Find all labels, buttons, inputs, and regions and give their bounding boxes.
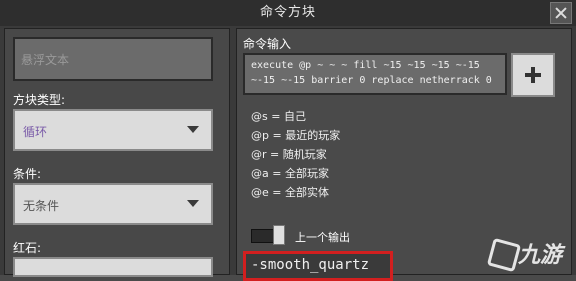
command-input-label: 命令输入	[243, 37, 292, 51]
window-title-bar: 命令方块	[0, 0, 576, 26]
hover-text-input[interactable]: 悬浮文本	[13, 37, 213, 81]
watermark-logo: 九游	[486, 231, 570, 273]
block-type-label: 方块类型:	[13, 93, 66, 107]
hover-text-placeholder: 悬浮文本	[21, 53, 70, 67]
chevron-down-icon	[187, 126, 199, 133]
condition-label: 条件:	[13, 167, 42, 181]
add-icon[interactable]	[511, 53, 555, 97]
close-icon[interactable]	[550, 2, 572, 24]
selector-help: @s = 自己 @p = 最近的玩家 @r = 随机玩家 @a = 全部玩家 @…	[251, 107, 340, 202]
previous-output-label: 上一个输出	[295, 231, 350, 244]
logo-icon	[486, 237, 522, 273]
selector-nearest: @p = 最近的玩家	[251, 129, 341, 142]
left-panel: 悬浮文本 方块类型: 循环 条件: 无条件 红石:	[4, 28, 230, 277]
previous-output-toggle[interactable]	[251, 225, 287, 245]
chevron-down-icon	[187, 200, 199, 207]
condition-value: 无条件	[23, 199, 60, 213]
watermark-text: 九游	[518, 243, 563, 268]
window-title: 命令方块	[259, 5, 316, 20]
selector-all-entities: @e = 全部实体	[251, 186, 329, 199]
command-input[interactable]: execute @p ~ ~ ~ fill ~15 ~15 ~15 ~-15 ~…	[243, 53, 507, 95]
block-type-dropdown[interactable]: 循环	[13, 109, 213, 151]
selector-self: @s = 自己	[251, 110, 306, 123]
selector-all-players: @a = 全部玩家	[251, 167, 329, 180]
toggle-knob	[273, 225, 285, 245]
previous-output-box: -smooth_quartz	[243, 251, 393, 281]
block-type-value: 循环	[23, 125, 48, 139]
condition-dropdown[interactable]: 无条件	[13, 183, 213, 225]
previous-output-text: -smooth_quartz	[251, 257, 370, 273]
command-block-window: 命令方块 悬浮文本 方块类型: 循环 条件: 无条件 红石: 命令输入 exec…	[0, 0, 576, 281]
redstone-dropdown[interactable]	[13, 257, 213, 277]
redstone-label: 红石:	[13, 241, 42, 255]
selector-random: @r = 随机玩家	[251, 148, 327, 161]
